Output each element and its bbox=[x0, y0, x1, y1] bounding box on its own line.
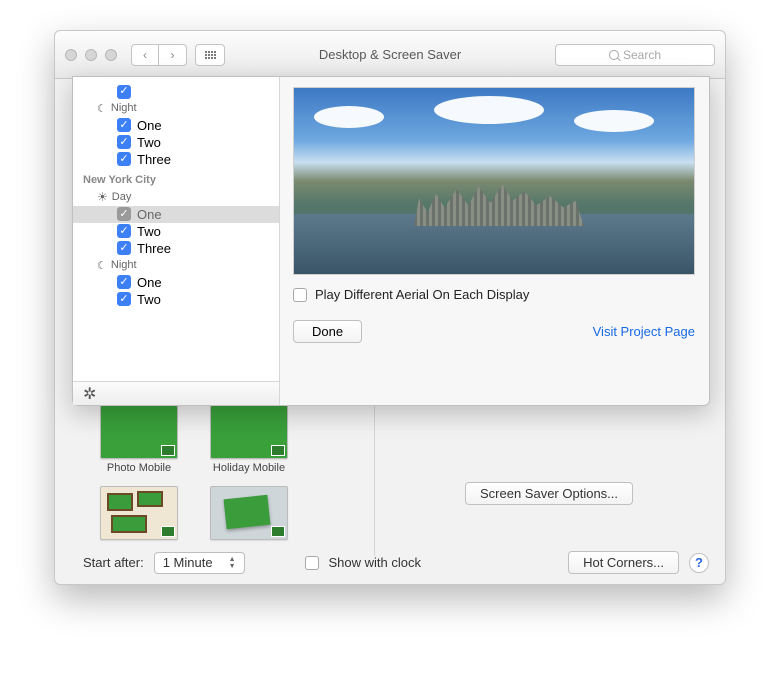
checkbox-icon[interactable] bbox=[117, 224, 131, 238]
checkbox-icon[interactable] bbox=[117, 292, 131, 306]
thumb-label: Photo Mobile bbox=[107, 462, 171, 474]
list-item-label: Three bbox=[137, 241, 171, 256]
list-item[interactable]: Two bbox=[73, 134, 279, 151]
show-all-button[interactable] bbox=[195, 44, 225, 66]
list-item-label: Two bbox=[137, 224, 161, 239]
moon-icon: ☾ bbox=[97, 259, 107, 272]
preferences-window: ‹ › Desktop & Screen Saver Search Shifti… bbox=[54, 30, 726, 585]
screen-saver-options-button[interactable]: Screen Saver Options... bbox=[465, 482, 633, 505]
list-item[interactable]: Two bbox=[73, 291, 279, 308]
stepper-icon: ▲▼ bbox=[229, 556, 236, 570]
minimize-icon[interactable] bbox=[85, 49, 97, 61]
list-subheader: ☀Day bbox=[73, 188, 279, 206]
list-item[interactable]: Three bbox=[73, 240, 279, 257]
search-icon bbox=[609, 50, 619, 60]
checkbox-icon[interactable] bbox=[117, 118, 131, 132]
thumb-tilted[interactable] bbox=[201, 482, 297, 540]
start-after-value: 1 Minute bbox=[163, 555, 213, 570]
nav-buttons: ‹ › bbox=[131, 44, 187, 66]
list-subheader: ☾Night bbox=[73, 257, 279, 274]
list-section-header: New York City bbox=[73, 168, 279, 188]
sheet-right: Play Different Aerial On Each Display Do… bbox=[293, 87, 695, 395]
list-item-label: Two bbox=[137, 135, 161, 150]
checkbox-icon[interactable] bbox=[117, 241, 131, 255]
grid-icon bbox=[205, 51, 216, 59]
visit-project-link[interactable]: Visit Project Page bbox=[593, 324, 695, 339]
list-item[interactable]: Two bbox=[73, 223, 279, 240]
thumb-preview-icon bbox=[210, 405, 288, 459]
start-after-select[interactable]: 1 Minute ▲▼ bbox=[154, 552, 245, 574]
sun-icon: ☀ bbox=[97, 190, 108, 204]
back-button[interactable]: ‹ bbox=[131, 44, 159, 66]
list-item[interactable]: One bbox=[73, 206, 279, 223]
list-item[interactable]: One bbox=[73, 274, 279, 291]
hot-corners-button[interactable]: Hot Corners... bbox=[568, 551, 679, 574]
titlebar: ‹ › Desktop & Screen Saver Search bbox=[55, 31, 725, 79]
list-item[interactable]: Three bbox=[73, 151, 279, 168]
checkbox-icon[interactable] bbox=[117, 135, 131, 149]
list-item[interactable] bbox=[73, 81, 279, 100]
list-item[interactable]: One bbox=[73, 117, 279, 134]
list-item-label: Two bbox=[137, 292, 161, 307]
screensaver-thumbnails: Shifting Tiles Sliding Panels Photo Mobi… bbox=[91, 385, 338, 540]
window-body: Shifting Tiles Sliding Panels Photo Mobi… bbox=[55, 79, 725, 584]
traffic-lights bbox=[65, 49, 117, 61]
zoom-icon[interactable] bbox=[105, 49, 117, 61]
moon-icon: ☾ bbox=[97, 102, 107, 115]
aerial-preview bbox=[293, 87, 695, 275]
aerial-sheet: ☾NightOneTwoThreeNew York City☀DayOneTwo… bbox=[72, 76, 710, 406]
thumb-holiday-mobile[interactable]: Holiday Mobile bbox=[201, 401, 297, 474]
window-title: Desktop & Screen Saver bbox=[319, 47, 461, 62]
done-button[interactable]: Done bbox=[293, 320, 362, 343]
close-icon[interactable] bbox=[65, 49, 77, 61]
checkbox-icon[interactable] bbox=[117, 85, 131, 99]
play-different-checkbox[interactable] bbox=[293, 288, 307, 302]
list-item-label: One bbox=[137, 118, 162, 133]
list-item-label: One bbox=[137, 275, 162, 290]
list-gear-button[interactable]: ✲ bbox=[73, 381, 280, 405]
list-subheader: ☾Night bbox=[73, 100, 279, 117]
thumb-photo-mobile[interactable]: Photo Mobile bbox=[91, 401, 187, 474]
play-different-label: Play Different Aerial On Each Display bbox=[315, 287, 529, 302]
thumb-preview-icon bbox=[210, 486, 288, 540]
checkbox-icon[interactable] bbox=[117, 152, 131, 166]
checkbox-icon[interactable] bbox=[117, 207, 131, 221]
list-item-label: Three bbox=[137, 152, 171, 167]
search-input[interactable]: Search bbox=[555, 44, 715, 66]
forward-button[interactable]: › bbox=[159, 44, 187, 66]
search-placeholder: Search bbox=[623, 48, 661, 62]
bottom-bar: Start after: 1 Minute ▲▼ Show with clock… bbox=[83, 551, 709, 574]
aerial-list[interactable]: ☾NightOneTwoThreeNew York City☀DayOneTwo… bbox=[73, 77, 280, 381]
show-with-clock-label: Show with clock bbox=[329, 555, 421, 570]
thumb-frames[interactable] bbox=[91, 482, 187, 540]
checkbox-icon[interactable] bbox=[117, 275, 131, 289]
show-with-clock-checkbox[interactable] bbox=[305, 556, 319, 570]
thumb-preview-icon bbox=[100, 486, 178, 540]
thumb-label: Holiday Mobile bbox=[213, 462, 285, 474]
list-item-label: One bbox=[137, 207, 162, 222]
start-after-label: Start after: bbox=[83, 555, 144, 570]
thumb-preview-icon bbox=[100, 405, 178, 459]
help-button[interactable]: ? bbox=[689, 553, 709, 573]
gear-icon: ✲ bbox=[83, 384, 96, 404]
